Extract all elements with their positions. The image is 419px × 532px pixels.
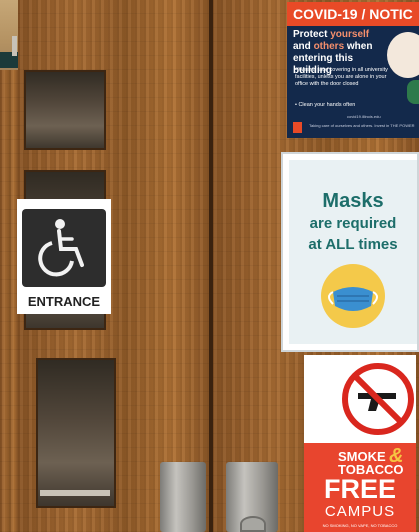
accessible-entrance-sign: ENTRANCE (17, 199, 111, 314)
covid-sign-footer: Taking care of ourselves and others. Inv… (309, 123, 415, 128)
smoke-sign-line-4: CAMPUS (324, 503, 396, 520)
left-door-frame (0, 70, 18, 532)
left-door-upper-window (24, 70, 106, 150)
doorway-photo: COVID-19 / NOTIC Protect yourself and ot… (0, 0, 419, 532)
illinois-logo-icon (293, 122, 302, 133)
face-mask-icon (321, 264, 385, 328)
door-lock-cylinder (240, 516, 266, 532)
covid-sign-url: covid19.illinois.edu (347, 114, 381, 119)
entrance-label: ENTRANCE (27, 294, 101, 309)
accessibility-pictogram (22, 209, 106, 287)
masks-sign-line-3: at ALL times (308, 236, 398, 253)
covid-sign-title: COVID-19 / NOTIC (287, 2, 419, 26)
smoke-sign-fine-print: NO SMOKING, NO VAPE, NO TOBACCO (322, 523, 398, 528)
left-door-lower-window (36, 358, 116, 508)
masks-sign-line-1: Masks (322, 190, 384, 212)
smoke-tobacco-free-sign: SMOKE TOBACCO & FREE CAMPUS NO SMOKING, … (304, 355, 416, 532)
smoke-sign-line-3: FREE (323, 474, 396, 504)
smoke-sign-ampersand: & (389, 445, 404, 467)
covid-sign-bullet-mask: • Wear a face covering in all university… (295, 67, 388, 87)
wheelchair-icon (38, 219, 84, 277)
masks-sign-line-2: are required (309, 215, 397, 232)
covid-sign-bullet-hands: • Clean your hands often (295, 102, 356, 108)
masks-sign-panel: Masks are required at ALL times (289, 160, 417, 344)
face-with-mask-icon (387, 32, 419, 78)
smoke-sign-red-panel: SMOKE TOBACCO & FREE CAMPUS NO SMOKING, … (304, 443, 416, 532)
covid-notice-sign: COVID-19 / NOTIC Protect yourself and ot… (287, 2, 419, 138)
door-hinge (12, 36, 17, 56)
door-gap (209, 0, 213, 532)
left-door-pull-handle[interactable] (160, 462, 206, 532)
green-badge-icon (407, 80, 419, 104)
no-guns-icon (342, 363, 414, 435)
masks-required-sign: Masks are required at ALL times (281, 152, 419, 352)
glass-reflection-rail (40, 490, 110, 496)
